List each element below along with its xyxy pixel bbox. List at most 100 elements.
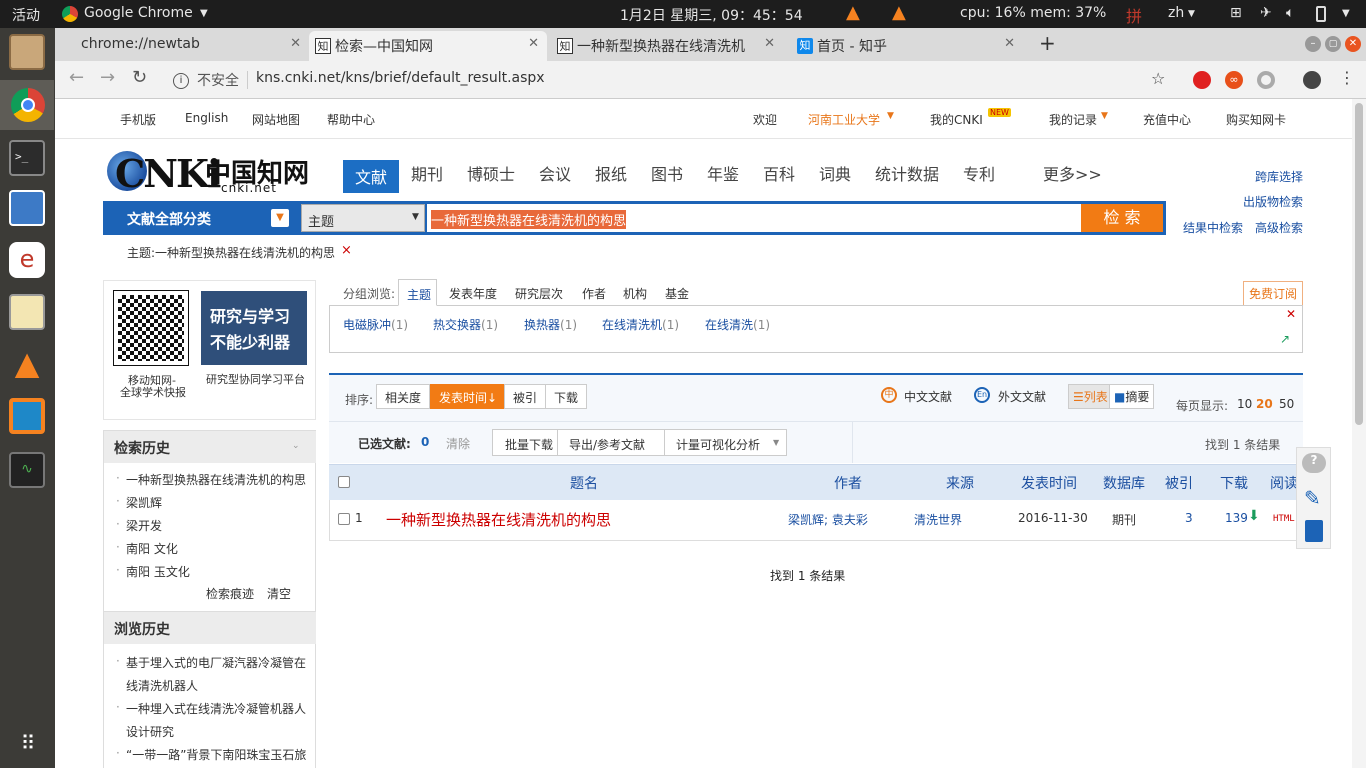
row-cited[interactable]: 3	[1185, 511, 1193, 525]
cat-tab-literature[interactable]: 文献	[343, 160, 400, 193]
col-date[interactable]: 发表时间	[1021, 473, 1077, 493]
search-button[interactable]: 检 索	[1081, 204, 1163, 232]
history-item[interactable]: 南阳 文化	[116, 540, 178, 557]
term-link[interactable]: 热交换器(1)	[433, 316, 498, 333]
history-item[interactable]: 梁开发	[116, 517, 162, 534]
editor-icon[interactable]: e	[9, 242, 45, 278]
browse-item-cont[interactable]: 设计研究	[126, 723, 174, 740]
show-apps-icon[interactable]: ⠿	[9, 726, 45, 762]
link-myrecord[interactable]: 我的记录	[1049, 111, 1097, 128]
history-trace-link[interactable]: 检索痕迹	[206, 585, 254, 602]
close-icon[interactable]: ✕	[1286, 307, 1296, 321]
col-downloads[interactable]: 下载	[1220, 473, 1248, 493]
browse-item[interactable]: 基于埋入式的电厂凝汽器冷凝管在	[116, 654, 306, 671]
export-button[interactable]: 导出/参考文献	[569, 436, 645, 453]
reload-icon[interactable]: ↻	[132, 67, 147, 88]
view-abstract-toggle[interactable]: ■摘要	[1109, 384, 1155, 409]
group-tab-author[interactable]: 作者	[582, 285, 606, 302]
history-item[interactable]: 南阳 玉文化	[116, 563, 190, 580]
system-monitor[interactable]: cpu: 16% mem: 37%	[960, 5, 1106, 21]
term-link[interactable]: 在线清洗机(1)	[602, 316, 679, 333]
history-item[interactable]: 梁凯辉	[116, 494, 162, 511]
files-icon[interactable]	[9, 34, 45, 70]
link-cross-db[interactable]: 跨库选择	[1255, 168, 1303, 185]
history-clear-link[interactable]: 清空	[267, 585, 291, 602]
notes-icon[interactable]	[1305, 520, 1323, 542]
cat-tab-encyclopedia[interactable]: 百科	[763, 161, 795, 185]
sort-relevance[interactable]: 相关度	[376, 384, 431, 409]
history-item[interactable]: 一种新型换热器在线清洗机的构思	[116, 471, 306, 488]
close-icon[interactable]: ✕	[290, 36, 301, 51]
link-help[interactable]: 帮助中心	[327, 111, 375, 128]
chinese-lit-link[interactable]: 中文文献	[904, 388, 952, 405]
close-icon[interactable]: ✕	[1004, 36, 1015, 51]
browse-item[interactable]: “一带一路”背景下南阳珠宝玉石旅	[116, 746, 306, 763]
cat-tab-more[interactable]: 更多>>	[1043, 161, 1102, 185]
clock[interactable]: 1月2日 星期三, 09：45：54	[620, 5, 803, 25]
bookmark-star-icon[interactable]: ☆	[1151, 69, 1165, 88]
promo-banner[interactable]: 研究与学习 不能少利器	[201, 291, 307, 365]
adblock-extension-icon[interactable]	[1193, 71, 1211, 89]
group-tab-level[interactable]: 研究层次	[515, 285, 563, 302]
subscribe-button[interactable]: 免费订阅	[1243, 281, 1304, 306]
chevron-down-icon[interactable]: ▼	[271, 209, 289, 227]
activities-button[interactable]: 活动	[12, 5, 40, 25]
back-icon[interactable]: ←	[69, 67, 84, 88]
view-list-toggle[interactable]: ☰列表	[1068, 384, 1113, 409]
selected-clear[interactable]: 清除	[446, 435, 470, 452]
scrollbar-thumb[interactable]	[1355, 103, 1363, 425]
search-input[interactable]: 一种新型换热器在线清洗机的构思	[427, 204, 1081, 232]
cat-tab-yearbook[interactable]: 年鉴	[707, 161, 739, 185]
tab-article[interactable]: 知 一种新型换热器在线清洗机 ✕	[551, 31, 783, 61]
col-title[interactable]: 题名	[570, 473, 598, 493]
cat-tab-thesis[interactable]: 博硕士	[467, 161, 515, 185]
chart-trend-icon[interactable]: ↗	[1280, 332, 1290, 346]
col-cited[interactable]: 被引	[1165, 473, 1193, 493]
new-tab-icon[interactable]: +	[1039, 31, 1056, 55]
cat-tab-statistics[interactable]: 统计数据	[875, 161, 939, 185]
cat-tab-conference[interactable]: 会议	[539, 161, 571, 185]
row-title-link[interactable]: 一种新型换热器在线清洗机的构思	[386, 509, 611, 530]
group-tab-org[interactable]: 机构	[623, 285, 647, 302]
close-icon[interactable]: ✕	[764, 36, 775, 51]
battery-icon[interactable]	[1316, 6, 1326, 22]
vlc-tray-icon-2[interactable]: ▲	[892, 2, 906, 23]
browse-item-cont[interactable]: 线清洗机器人	[126, 677, 198, 694]
link-buycard[interactable]: 购买知网卡	[1226, 111, 1286, 128]
html-read-link[interactable]: HTML	[1273, 514, 1295, 524]
sort-downloads[interactable]: 下载	[545, 384, 588, 409]
vlc-tray-icon[interactable]: ▲	[846, 2, 860, 23]
writer-icon[interactable]	[9, 190, 45, 226]
help-bubble-icon[interactable]: ?	[1302, 453, 1326, 473]
row-source[interactable]: 清洗世界	[914, 511, 962, 528]
link-search-in-results[interactable]: 结果中检索	[1183, 219, 1243, 236]
group-tab-fund[interactable]: 基金	[665, 285, 689, 302]
link-sitemap[interactable]: 网站地图	[252, 111, 300, 128]
language-indicator[interactable]: zh	[1168, 5, 1184, 21]
sort-date[interactable]: 发表时间↓	[430, 384, 507, 409]
terminal-icon[interactable]: >_	[9, 140, 45, 176]
system-monitor-icon[interactable]: ∿	[9, 452, 45, 488]
extension-icon[interactable]	[1257, 71, 1275, 89]
tab-cnki-search[interactable]: 知 检索—中国知网 ✕	[309, 31, 547, 61]
chrome-icon[interactable]	[11, 88, 45, 122]
term-link[interactable]: 换热器(1)	[524, 316, 577, 333]
input-method-indicator[interactable]: 拼	[1126, 3, 1142, 27]
perpage-10[interactable]: 10	[1237, 397, 1252, 411]
volume-icon[interactable]: 🔈︎	[1286, 5, 1294, 21]
close-icon[interactable]: ✕	[528, 36, 539, 51]
vlc-icon[interactable]: ▲	[9, 346, 45, 382]
batch-download-button[interactable]: 批量下载	[505, 436, 553, 453]
visualization-button[interactable]: 计量可视化分析	[676, 436, 760, 453]
term-link[interactable]: 电磁脉冲(1)	[343, 316, 408, 333]
link-english[interactable]: English	[185, 111, 228, 125]
close-icon[interactable]: ×	[341, 243, 352, 258]
row-authors[interactable]: 梁凯辉; 袁夫彩	[788, 511, 868, 528]
group-tab-topic[interactable]: 主题	[398, 279, 437, 306]
infinity-extension-icon[interactable]: ∞	[1225, 71, 1243, 89]
chevron-down-icon[interactable]: ⌄	[292, 441, 300, 451]
cat-tab-patent[interactable]: 专利	[963, 161, 995, 185]
minimize-icon[interactable]: –	[1305, 36, 1321, 52]
app-menu[interactable]: Google Chrome	[84, 5, 193, 21]
col-source[interactable]: 来源	[946, 473, 974, 493]
